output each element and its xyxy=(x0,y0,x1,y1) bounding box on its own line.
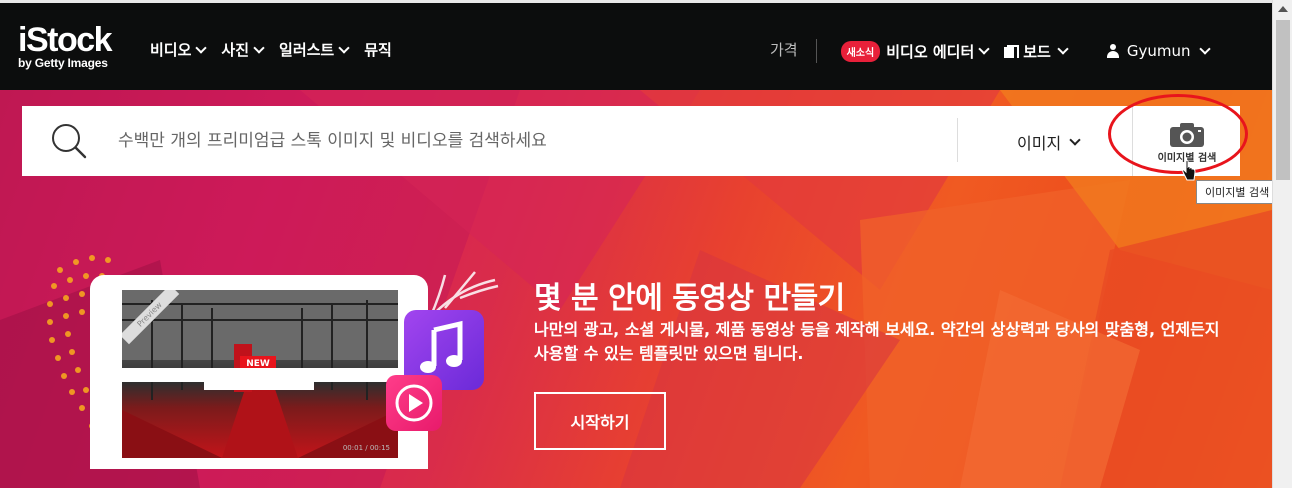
nav-item-illustration[interactable]: 일러스트 xyxy=(279,39,350,60)
hero-title: 몇 분 안에 동영상 만들기 xyxy=(534,281,845,316)
search-bar: 이미지 이미지별 검색 xyxy=(22,106,1240,176)
scroll-thumb[interactable] xyxy=(1276,20,1290,180)
search-icon[interactable] xyxy=(50,122,88,160)
chevron-down-icon xyxy=(978,43,990,55)
user-icon xyxy=(1106,44,1119,58)
board-label: 보드 xyxy=(1023,42,1051,61)
nav-item-photo[interactable]: 사진 xyxy=(221,39,265,60)
chevron-down-icon xyxy=(1198,43,1211,55)
nav-item-music[interactable]: 뮤직 xyxy=(364,39,392,60)
nav-item-video[interactable]: 비디오 xyxy=(150,39,208,60)
user-menu[interactable]: Gyumun xyxy=(1106,42,1211,60)
top-nav-bar: iStock by Getty Images 비디오 사진 일러스트 뮤직 가격… xyxy=(0,0,1272,90)
board-menu[interactable]: 보드 xyxy=(1004,41,1069,62)
scroll-up-arrow-icon[interactable] xyxy=(1278,6,1288,12)
timecode: 00:01 / 00:15 xyxy=(342,444,390,452)
chevron-down-icon xyxy=(253,41,265,54)
new-badge: 새소식 xyxy=(840,40,881,62)
istock-logo[interactable]: iStock by Getty Images xyxy=(18,21,113,70)
video-editor-label: 비디오 에디터 xyxy=(886,42,975,61)
hand-cursor-icon xyxy=(1182,160,1196,181)
board-icon xyxy=(1004,44,1020,58)
nav-item-label: 사진 xyxy=(221,41,250,59)
nav-item-label: 일러스트 xyxy=(279,41,335,59)
video-editor-menu[interactable]: 비디오 에디터 xyxy=(886,41,990,62)
annotation-circle xyxy=(1108,94,1248,174)
laptop-base xyxy=(90,368,430,382)
search-divider xyxy=(957,118,958,162)
hero-description: 나만의 광고, 소셜 게시물, 제품 동영상 등을 제작해 보세요. 약간의 상… xyxy=(534,320,1220,363)
media-type-label: 이미지 xyxy=(1017,134,1062,153)
chevron-down-icon xyxy=(1069,134,1081,146)
search-input[interactable] xyxy=(118,106,948,176)
main-nav: 비디오 사진 일러스트 뮤직 xyxy=(150,39,392,60)
chevron-down-icon xyxy=(338,41,350,54)
nav-item-label: 뮤직 xyxy=(364,41,392,59)
logo-sub-text: by Getty Images xyxy=(18,56,108,70)
media-type-select[interactable]: 이미지 xyxy=(1017,130,1081,154)
price-link[interactable]: 가격 xyxy=(770,39,817,63)
nav-item-label: 비디오 xyxy=(150,41,192,59)
play-icon xyxy=(386,375,442,431)
hero-banner: 이미지 이미지별 검색 xyxy=(0,90,1272,488)
chevron-down-icon xyxy=(1057,43,1069,55)
start-button[interactable]: 시작하기 xyxy=(534,392,666,450)
tooltip: 이미지별 검색 xyxy=(1196,180,1279,204)
vertical-scrollbar[interactable] xyxy=(1272,0,1292,488)
right-nav: 가격 새소식 비디오 에디터 보드 Gyumun xyxy=(770,39,1211,63)
logo-main-text: iStock xyxy=(18,21,113,59)
user-name: Gyumun xyxy=(1126,42,1191,60)
chevron-down-icon xyxy=(195,41,208,54)
